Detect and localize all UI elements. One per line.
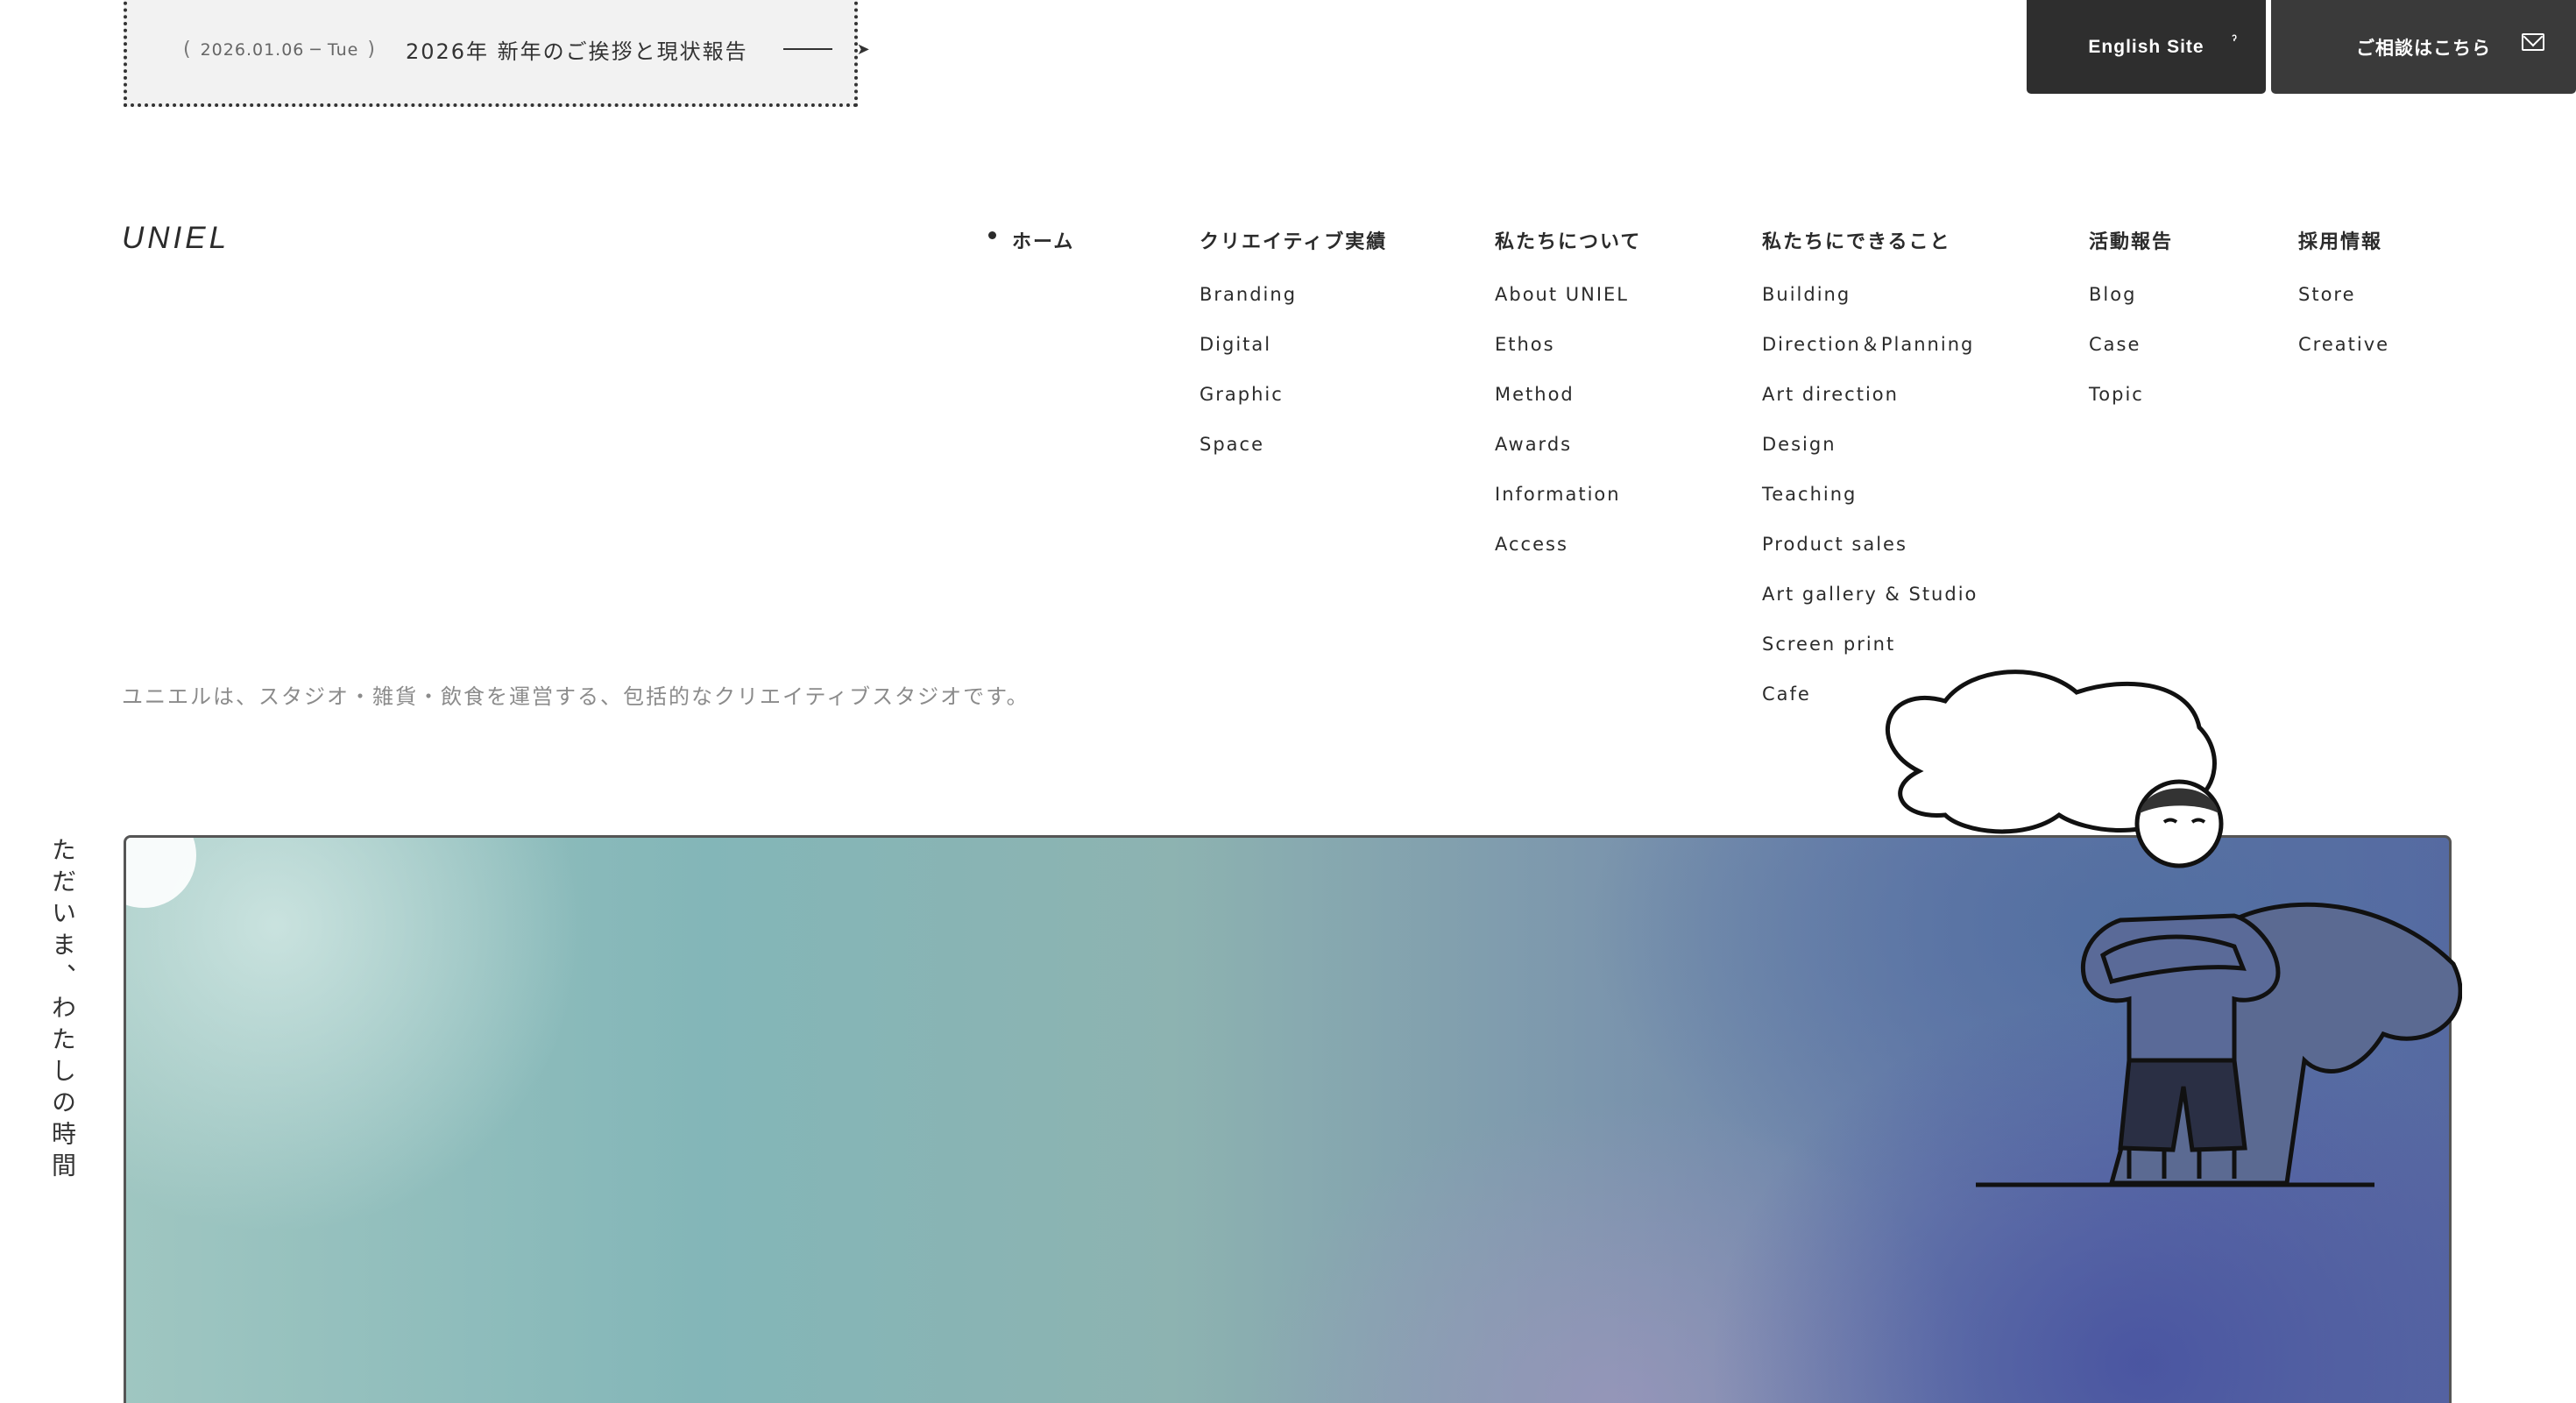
arrow-head: ➤ <box>856 39 870 59</box>
open-paren: ( <box>183 38 192 60</box>
nav-home[interactable]: ホーム <box>1012 226 1074 254</box>
nav-link[interactable]: Access <box>1495 530 1641 580</box>
nav-link[interactable]: Design <box>1762 430 1978 480</box>
contact-button[interactable]: ご相談はこちら <box>2271 0 2576 94</box>
nav-works: クリエイティブ実績 Branding Digital Graphic Space <box>1200 226 1387 480</box>
contact-label: ご相談はこちら <box>2356 38 2491 59</box>
hero-light-spot <box>126 838 196 908</box>
nav-link[interactable]: Digital <box>1200 330 1387 380</box>
news-ticker[interactable]: (2026.01.06 ─ Tue) 2026年 新年のご挨拶と現状報告 ➤ <box>124 0 870 107</box>
news-title[interactable]: 2026年 新年のご挨拶と現状報告 <box>406 34 748 65</box>
vertical-catchphrase: ただいま、わたしの時間 <box>48 837 77 1184</box>
nav-link[interactable]: Graphic <box>1200 380 1387 430</box>
nav-about-list: About UNIEL Ethos Method Awards Informat… <box>1495 280 1641 580</box>
mail-icon <box>2522 33 2544 51</box>
nav-works-list: Branding Digital Graphic Space <box>1200 280 1387 480</box>
nav-link[interactable]: Topic <box>2089 380 2173 430</box>
nav-link[interactable]: Awards <box>1495 430 1641 480</box>
nav-home-label[interactable]: ホーム <box>1012 226 1074 254</box>
nav-link[interactable]: Creative <box>2298 330 2389 380</box>
nav-reports-heading[interactable]: 活動報告 <box>2089 226 2173 254</box>
arrow-right-icon[interactable]: ➤ <box>782 39 870 59</box>
site-logo[interactable]: UNIEL <box>122 221 230 256</box>
nav-link[interactable]: Building <box>1762 280 1978 330</box>
nav-link[interactable]: Case <box>2089 330 2173 380</box>
nav-works-heading[interactable]: クリエイティブ実績 <box>1200 226 1387 254</box>
nav-services-list: Building Direction＆Planning Art directio… <box>1762 280 1978 730</box>
nav-link[interactable]: Method <box>1495 380 1641 430</box>
nav-link[interactable]: Blog <box>2089 280 2173 330</box>
nav-link[interactable]: Teaching <box>1762 480 1978 530</box>
nav-link[interactable]: Information <box>1495 480 1641 530</box>
nav-about: 私たちについて About UNIEL Ethos Method Awards … <box>1495 226 1641 580</box>
nav-reports: 活動報告 Blog Case Topic <box>2089 226 2173 430</box>
nav-link[interactable]: Direction＆Planning <box>1762 330 1978 380</box>
character-illustration <box>1885 670 2462 1187</box>
nav-link[interactable]: Ethos <box>1495 330 1641 380</box>
english-site-label: English Site <box>2088 36 2204 57</box>
current-page-dot <box>988 231 996 239</box>
nav-services-heading[interactable]: 私たちにできること <box>1762 226 1978 254</box>
nav-services: 私たちにできること Building Direction＆Planning Ar… <box>1762 226 1978 730</box>
nav-recruit-list: Store Creative <box>2298 280 2389 380</box>
nav-link[interactable]: Space <box>1200 430 1387 480</box>
external-link-icon: ˀ <box>2232 33 2238 48</box>
close-paren: ) <box>367 38 376 60</box>
nav-reports-list: Blog Case Topic <box>2089 280 2173 430</box>
nav-link[interactable]: About UNIEL <box>1495 280 1641 330</box>
nav-link[interactable]: Branding <box>1200 280 1387 330</box>
nav-about-heading[interactable]: 私たちについて <box>1495 226 1641 254</box>
arrow-line <box>782 48 832 50</box>
english-site-button[interactable]: English Site ˀ <box>2027 0 2266 94</box>
nav-recruit-heading[interactable]: 採用情報 <box>2298 226 2389 254</box>
nav-link[interactable]: Art gallery & Studio <box>1762 580 1978 630</box>
nav-recruit: 採用情報 Store Creative <box>2298 226 2389 380</box>
nav-link[interactable]: Art direction <box>1762 380 1978 430</box>
news-date: (2026.01.06 ─ Tue) <box>174 39 385 60</box>
nav-link[interactable]: Store <box>2298 280 2389 330</box>
news-date-text: 2026.01.06 ─ Tue <box>200 39 359 60</box>
nav-link[interactable]: Product sales <box>1762 530 1978 580</box>
tagline: ユニエルは、スタジオ・雑貨・飲食を運営する、包括的なクリエイティブスタジオです。 <box>122 684 1030 709</box>
